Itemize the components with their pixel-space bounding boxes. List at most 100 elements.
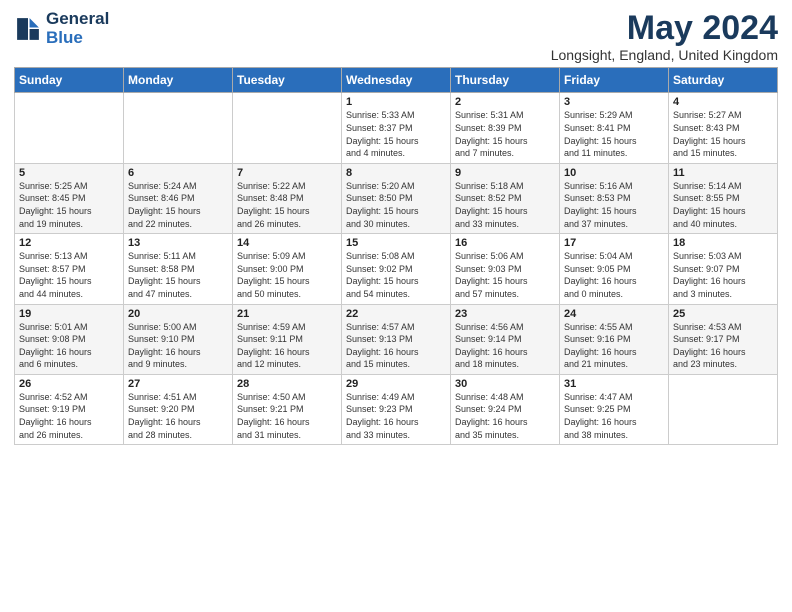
col-saturday: Saturday <box>669 68 778 93</box>
calendar-cell: 10Sunrise: 5:16 AM Sunset: 8:53 PM Dayli… <box>560 163 669 233</box>
calendar-cell: 8Sunrise: 5:20 AM Sunset: 8:50 PM Daylig… <box>342 163 451 233</box>
col-tuesday: Tuesday <box>233 68 342 93</box>
calendar-week-row: 5Sunrise: 5:25 AM Sunset: 8:45 PM Daylig… <box>15 163 778 233</box>
title-block: May 2024 Longsight, England, United King… <box>551 10 778 63</box>
calendar-cell: 3Sunrise: 5:29 AM Sunset: 8:41 PM Daylig… <box>560 93 669 163</box>
calendar-week-row: 12Sunrise: 5:13 AM Sunset: 8:57 PM Dayli… <box>15 234 778 304</box>
calendar-cell: 17Sunrise: 5:04 AM Sunset: 9:05 PM Dayli… <box>560 234 669 304</box>
day-info: Sunrise: 4:48 AM Sunset: 9:24 PM Dayligh… <box>455 391 555 441</box>
calendar-header-row: Sunday Monday Tuesday Wednesday Thursday… <box>15 68 778 93</box>
day-info: Sunrise: 4:56 AM Sunset: 9:14 PM Dayligh… <box>455 321 555 371</box>
calendar-cell: 16Sunrise: 5:06 AM Sunset: 9:03 PM Dayli… <box>451 234 560 304</box>
day-number: 12 <box>19 237 119 249</box>
day-info: Sunrise: 5:11 AM Sunset: 8:58 PM Dayligh… <box>128 250 228 300</box>
calendar-cell: 12Sunrise: 5:13 AM Sunset: 8:57 PM Dayli… <box>15 234 124 304</box>
day-info: Sunrise: 5:13 AM Sunset: 8:57 PM Dayligh… <box>19 250 119 300</box>
calendar-cell: 30Sunrise: 4:48 AM Sunset: 9:24 PM Dayli… <box>451 374 560 444</box>
calendar-cell: 28Sunrise: 4:50 AM Sunset: 9:21 PM Dayli… <box>233 374 342 444</box>
day-number: 22 <box>346 308 446 320</box>
day-info: Sunrise: 5:31 AM Sunset: 8:39 PM Dayligh… <box>455 109 555 159</box>
day-number: 20 <box>128 308 228 320</box>
col-friday: Friday <box>560 68 669 93</box>
day-number: 23 <box>455 308 555 320</box>
col-thursday: Thursday <box>451 68 560 93</box>
day-info: Sunrise: 5:24 AM Sunset: 8:46 PM Dayligh… <box>128 180 228 230</box>
logo-text: General Blue <box>46 10 109 47</box>
header: General Blue May 2024 Longsight, England… <box>14 10 778 63</box>
day-number: 17 <box>564 237 664 249</box>
day-info: Sunrise: 4:49 AM Sunset: 9:23 PM Dayligh… <box>346 391 446 441</box>
day-info: Sunrise: 4:57 AM Sunset: 9:13 PM Dayligh… <box>346 321 446 371</box>
day-info: Sunrise: 5:09 AM Sunset: 9:00 PM Dayligh… <box>237 250 337 300</box>
calendar-cell: 13Sunrise: 5:11 AM Sunset: 8:58 PM Dayli… <box>124 234 233 304</box>
day-number: 14 <box>237 237 337 249</box>
calendar-cell: 14Sunrise: 5:09 AM Sunset: 9:00 PM Dayli… <box>233 234 342 304</box>
calendar-cell: 7Sunrise: 5:22 AM Sunset: 8:48 PM Daylig… <box>233 163 342 233</box>
day-number: 15 <box>346 237 446 249</box>
calendar-cell: 9Sunrise: 5:18 AM Sunset: 8:52 PM Daylig… <box>451 163 560 233</box>
day-info: Sunrise: 4:52 AM Sunset: 9:19 PM Dayligh… <box>19 391 119 441</box>
col-monday: Monday <box>124 68 233 93</box>
calendar-cell: 6Sunrise: 5:24 AM Sunset: 8:46 PM Daylig… <box>124 163 233 233</box>
day-number: 28 <box>237 378 337 390</box>
calendar-cell: 26Sunrise: 4:52 AM Sunset: 9:19 PM Dayli… <box>15 374 124 444</box>
calendar-cell: 24Sunrise: 4:55 AM Sunset: 9:16 PM Dayli… <box>560 304 669 374</box>
calendar-cell: 5Sunrise: 5:25 AM Sunset: 8:45 PM Daylig… <box>15 163 124 233</box>
main-title: May 2024 <box>551 10 778 47</box>
day-info: Sunrise: 5:00 AM Sunset: 9:10 PM Dayligh… <box>128 321 228 371</box>
calendar: Sunday Monday Tuesday Wednesday Thursday… <box>14 67 778 445</box>
day-info: Sunrise: 4:55 AM Sunset: 9:16 PM Dayligh… <box>564 321 664 371</box>
calendar-cell: 19Sunrise: 5:01 AM Sunset: 9:08 PM Dayli… <box>15 304 124 374</box>
logo: General Blue <box>14 10 109 47</box>
day-number: 27 <box>128 378 228 390</box>
calendar-cell: 29Sunrise: 4:49 AM Sunset: 9:23 PM Dayli… <box>342 374 451 444</box>
calendar-cell: 11Sunrise: 5:14 AM Sunset: 8:55 PM Dayli… <box>669 163 778 233</box>
day-info: Sunrise: 5:18 AM Sunset: 8:52 PM Dayligh… <box>455 180 555 230</box>
day-number: 13 <box>128 237 228 249</box>
calendar-cell: 18Sunrise: 5:03 AM Sunset: 9:07 PM Dayli… <box>669 234 778 304</box>
calendar-cell: 27Sunrise: 4:51 AM Sunset: 9:20 PM Dayli… <box>124 374 233 444</box>
page: General Blue May 2024 Longsight, England… <box>0 0 792 453</box>
calendar-cell: 25Sunrise: 4:53 AM Sunset: 9:17 PM Dayli… <box>669 304 778 374</box>
day-info: Sunrise: 5:16 AM Sunset: 8:53 PM Dayligh… <box>564 180 664 230</box>
day-number: 8 <box>346 167 446 179</box>
calendar-cell: 4Sunrise: 5:27 AM Sunset: 8:43 PM Daylig… <box>669 93 778 163</box>
calendar-cell: 21Sunrise: 4:59 AM Sunset: 9:11 PM Dayli… <box>233 304 342 374</box>
day-info: Sunrise: 5:25 AM Sunset: 8:45 PM Dayligh… <box>19 180 119 230</box>
day-number: 7 <box>237 167 337 179</box>
calendar-week-row: 1Sunrise: 5:33 AM Sunset: 8:37 PM Daylig… <box>15 93 778 163</box>
day-info: Sunrise: 5:04 AM Sunset: 9:05 PM Dayligh… <box>564 250 664 300</box>
day-number: 2 <box>455 96 555 108</box>
day-number: 1 <box>346 96 446 108</box>
calendar-cell <box>233 93 342 163</box>
day-number: 10 <box>564 167 664 179</box>
day-info: Sunrise: 5:08 AM Sunset: 9:02 PM Dayligh… <box>346 250 446 300</box>
day-number: 5 <box>19 167 119 179</box>
day-number: 11 <box>673 167 773 179</box>
day-number: 30 <box>455 378 555 390</box>
subtitle: Longsight, England, United Kingdom <box>551 47 778 63</box>
day-number: 4 <box>673 96 773 108</box>
calendar-cell: 2Sunrise: 5:31 AM Sunset: 8:39 PM Daylig… <box>451 93 560 163</box>
day-number: 21 <box>237 308 337 320</box>
calendar-cell: 22Sunrise: 4:57 AM Sunset: 9:13 PM Dayli… <box>342 304 451 374</box>
calendar-cell <box>15 93 124 163</box>
day-number: 3 <box>564 96 664 108</box>
calendar-cell: 23Sunrise: 4:56 AM Sunset: 9:14 PM Dayli… <box>451 304 560 374</box>
day-number: 31 <box>564 378 664 390</box>
calendar-cell: 31Sunrise: 4:47 AM Sunset: 9:25 PM Dayli… <box>560 374 669 444</box>
day-number: 18 <box>673 237 773 249</box>
logo-icon <box>14 15 42 43</box>
day-info: Sunrise: 5:03 AM Sunset: 9:07 PM Dayligh… <box>673 250 773 300</box>
day-info: Sunrise: 5:33 AM Sunset: 8:37 PM Dayligh… <box>346 109 446 159</box>
day-info: Sunrise: 4:51 AM Sunset: 9:20 PM Dayligh… <box>128 391 228 441</box>
day-number: 16 <box>455 237 555 249</box>
day-info: Sunrise: 4:59 AM Sunset: 9:11 PM Dayligh… <box>237 321 337 371</box>
calendar-cell: 1Sunrise: 5:33 AM Sunset: 8:37 PM Daylig… <box>342 93 451 163</box>
day-info: Sunrise: 5:27 AM Sunset: 8:43 PM Dayligh… <box>673 109 773 159</box>
day-info: Sunrise: 4:47 AM Sunset: 9:25 PM Dayligh… <box>564 391 664 441</box>
calendar-cell <box>124 93 233 163</box>
calendar-cell: 15Sunrise: 5:08 AM Sunset: 9:02 PM Dayli… <box>342 234 451 304</box>
calendar-cell <box>669 374 778 444</box>
day-info: Sunrise: 5:01 AM Sunset: 9:08 PM Dayligh… <box>19 321 119 371</box>
